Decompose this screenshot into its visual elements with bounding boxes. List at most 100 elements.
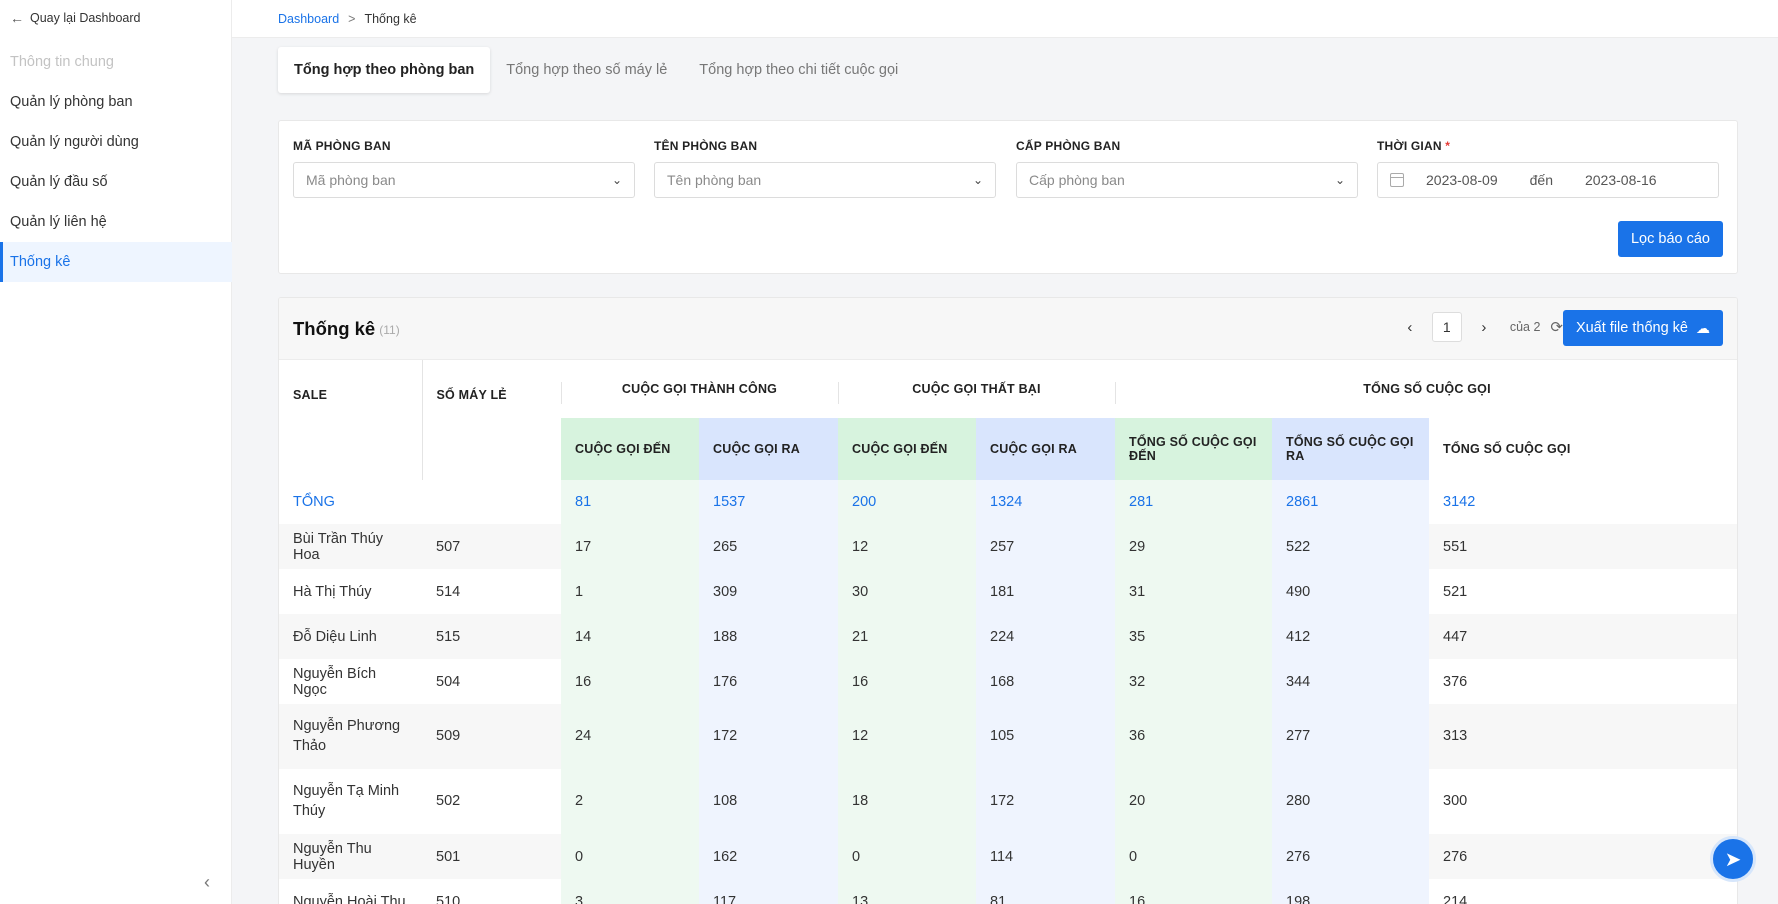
collapse-sidebar-icon[interactable]: ‹: [204, 872, 210, 893]
back-link-label: Quay lại Dashboard: [30, 11, 141, 25]
column-header-sale: SALE: [279, 360, 422, 480]
chevron-down-icon: ⌄: [1334, 173, 1345, 187]
department-code-label: MÃ PHÒNG BAN: [293, 139, 391, 153]
value-cell: 214: [1429, 879, 1737, 904]
sidebar-item-departments[interactable]: Quản lý phòng ban: [0, 82, 232, 122]
chevron-right-icon[interactable]: ›: [1472, 319, 1496, 336]
breadcrumb: Dashboard > Thống kê: [232, 0, 1778, 38]
value-cell: 36: [1115, 704, 1272, 769]
table-total-row: TỔNG 81 1537 200 1324 281 2861 3142: [279, 480, 1737, 524]
required-mark: *: [1445, 139, 1451, 153]
statistics-count: (11): [379, 323, 400, 337]
tab-by-department[interactable]: Tổng hợp theo phòng ban: [278, 47, 491, 93]
time-label-text: THỜI GIAN: [1377, 139, 1442, 153]
chevron-down-icon: ⌄: [611, 173, 622, 187]
value-cell: 551: [1429, 524, 1737, 569]
group-header-success: CUỘC GỌI THÀNH CÔNG: [561, 360, 838, 418]
value-cell: 21: [838, 614, 976, 659]
page-total: của 2: [1509, 320, 1541, 334]
value-cell: 81: [976, 879, 1115, 904]
sidebar-item-statistics[interactable]: Thống kê: [0, 242, 232, 282]
calendar-icon: [1390, 173, 1404, 187]
breadcrumb-dashboard-link[interactable]: Dashboard: [278, 12, 339, 26]
total-ext-cell: [422, 480, 561, 524]
value-cell: 117: [699, 879, 838, 904]
sale-name-cell: Nguyễn Thu Huyền: [279, 834, 422, 879]
tab-by-extension[interactable]: Tổng hợp theo số máy lẻ: [490, 47, 683, 93]
value-cell: 188: [699, 614, 838, 659]
value-cell: 0: [1115, 834, 1272, 879]
value-cell: 16: [561, 659, 699, 704]
export-statistics-button[interactable]: Xuất file thống kê ☁: [1562, 310, 1723, 346]
sale-name-cell: Nguyễn Hoài Thu: [279, 879, 422, 904]
total-value-cell: 1537: [699, 480, 838, 524]
time-range-field: THỜI GIAN * 2023-08-09 đến 2023-08-16: [1377, 139, 1719, 198]
department-name-select[interactable]: Tên phòng ban ⌄: [654, 162, 996, 198]
statistics-table: SALE SỐ MÁY LẺ CUỘC GỌI THÀNH CÔNG CUỘC …: [279, 360, 1737, 904]
table-row: Nguyễn Hoài Thu 510 3 117 13 81 16 198 214: [279, 879, 1737, 904]
value-cell: 313: [1429, 704, 1737, 769]
export-button-label: Xuất file thống kê: [1575, 320, 1688, 336]
extension-cell: 501: [422, 834, 561, 879]
sale-name-cell: Nguyễn Phương Thảo: [279, 704, 422, 769]
value-cell: 14: [561, 614, 699, 659]
department-code-field: MÃ PHÒNG BAN Mã phòng ban ⌄: [293, 139, 635, 198]
sidebar-item-contacts[interactable]: Quản lý liên hệ: [0, 202, 232, 242]
column-header-extension: SỐ MÁY LẺ: [421, 360, 561, 480]
sidebar-item-general-info[interactable]: Thông tin chung: [0, 42, 232, 82]
chevron-down-icon: ⌄: [972, 173, 983, 187]
department-level-select[interactable]: Cấp phòng ban ⌄: [1016, 162, 1358, 198]
sidebar-item-users[interactable]: Quản lý người dùng: [0, 122, 232, 162]
value-cell: 522: [1272, 524, 1429, 569]
main-content: Tổng hợp theo phòng ban Tổng hợp theo số…: [232, 38, 1778, 904]
table-row: Nguyễn Tạ Minh Thúy 502 2 108 18 172 20 280 300: [279, 769, 1737, 834]
sale-name-cell: Đỗ Diệu Linh: [279, 614, 422, 659]
date-from-input[interactable]: 2023-08-09: [1426, 172, 1498, 188]
value-cell: 31: [1115, 569, 1272, 614]
value-cell: 198: [1272, 879, 1429, 904]
page-number-input[interactable]: 1: [1431, 312, 1462, 342]
sidebar-item-numbers[interactable]: Quản lý đầu số: [0, 162, 232, 202]
date-to-input[interactable]: 2023-08-16: [1585, 172, 1657, 188]
value-cell: 0: [561, 834, 699, 879]
tab-by-call-detail[interactable]: Tổng hợp theo chi tiết cuộc gọi: [683, 47, 914, 93]
refresh-icon[interactable]: ⟳: [1550, 318, 1563, 336]
total-value-cell: 281: [1115, 480, 1272, 524]
department-name-field: TÊN PHÒNG BAN Tên phòng ban ⌄: [654, 139, 996, 198]
value-cell: 300: [1429, 769, 1737, 834]
extension-cell: 507: [422, 524, 561, 569]
back-to-dashboard-link[interactable]: ← Quay lại Dashboard: [10, 10, 140, 26]
sale-name-cell: Hà Thị Thúy: [279, 569, 422, 614]
value-cell: 32: [1115, 659, 1272, 704]
date-range-picker[interactable]: 2023-08-09 đến 2023-08-16: [1377, 162, 1719, 198]
department-name-label: TÊN PHÒNG BAN: [654, 139, 758, 153]
filter-report-button[interactable]: Lọc báo cáo: [1617, 221, 1723, 257]
value-cell: 344: [1272, 659, 1429, 704]
department-level-label: CẤP PHÒNG BAN: [1016, 139, 1121, 153]
time-range-label: THỜI GIAN *: [1377, 139, 1719, 153]
value-cell: 35: [1115, 614, 1272, 659]
column-header-success-outgoing: CUỘC GỌI RA: [699, 418, 838, 480]
extension-cell: 515: [422, 614, 561, 659]
statistics-header: Thống kê (11) ‹ 1 › của 2 ⟳ Xuất file th…: [279, 298, 1737, 360]
chevron-left-icon[interactable]: ‹: [1398, 319, 1422, 336]
cloud-upload-icon: ☁: [1696, 319, 1710, 336]
column-header-total-incoming: TỔNG SỐ CUỘC GỌI ĐẾN: [1115, 418, 1272, 480]
value-cell: 309: [699, 569, 838, 614]
value-cell: 1: [561, 569, 699, 614]
column-header-failed-outgoing: CUỘC GỌI RA: [976, 418, 1115, 480]
total-value-cell: 3142: [1429, 480, 1737, 524]
value-cell: 265: [699, 524, 838, 569]
group-header-total: TỔNG SỐ CUỘC GỌI: [1115, 360, 1737, 418]
sale-name-cell: Nguyễn Tạ Minh Thúy: [279, 769, 422, 834]
department-code-select[interactable]: Mã phòng ban ⌄: [293, 162, 635, 198]
send-icon[interactable]: ➤: [1710, 836, 1756, 882]
total-value-cell: 81: [561, 480, 699, 524]
report-tabs: Tổng hợp theo phòng ban Tổng hợp theo số…: [278, 47, 914, 93]
table-row: Nguyễn Phương Thảo 509 24 172 12 105 36 277 313: [279, 704, 1737, 769]
breadcrumb-current: Thống kê: [364, 11, 417, 26]
column-header-total-calls: TỔNG SỐ CUỘC GỌI: [1429, 418, 1737, 480]
total-value-cell: 1324: [976, 480, 1115, 524]
statistics-title: Thống kê: [293, 317, 376, 339]
value-cell: 168: [976, 659, 1115, 704]
